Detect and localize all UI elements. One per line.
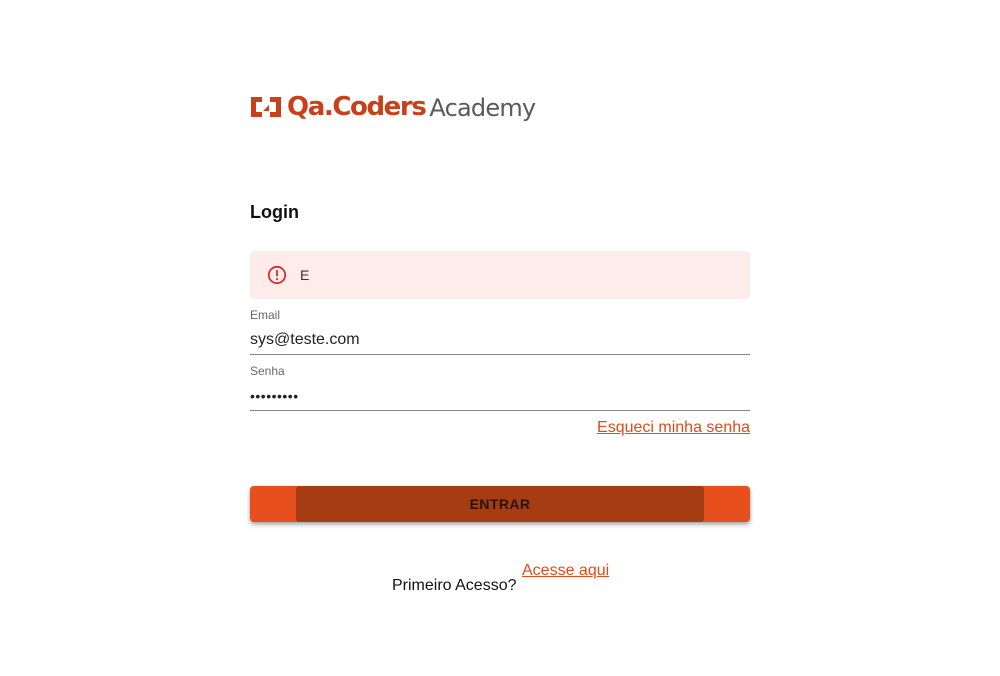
brand-name-primary: Qa.Coders [287, 92, 427, 122]
brand-name-secondary: Academy [429, 94, 536, 122]
email-label: Email [250, 308, 281, 322]
email-field: Email [250, 307, 750, 355]
email-input[interactable] [250, 329, 750, 351]
brand-logo: Qa.Coders Academy [250, 91, 536, 123]
page-title: Login [250, 202, 299, 222]
submit-button-label: ENTRAR [469, 496, 531, 512]
error-circle-icon [267, 265, 287, 285]
password-field: Senha [250, 363, 750, 411]
submit-button[interactable]: ENTRAR [250, 486, 750, 522]
first-access-link[interactable]: Acesse aqui [522, 562, 609, 580]
first-access-text: Primeiro Acesso? [392, 577, 517, 594]
password-label: Senha [250, 364, 285, 378]
login-page: Qa.Coders Academy Login E Email Senha Es… [0, 0, 1000, 676]
brackets-logo-icon [251, 97, 281, 117]
password-input[interactable] [250, 385, 750, 407]
error-alert-message: E [300, 267, 310, 283]
error-alert: E [250, 251, 750, 299]
forgot-password-link[interactable]: Esqueci minha senha [597, 419, 750, 437]
